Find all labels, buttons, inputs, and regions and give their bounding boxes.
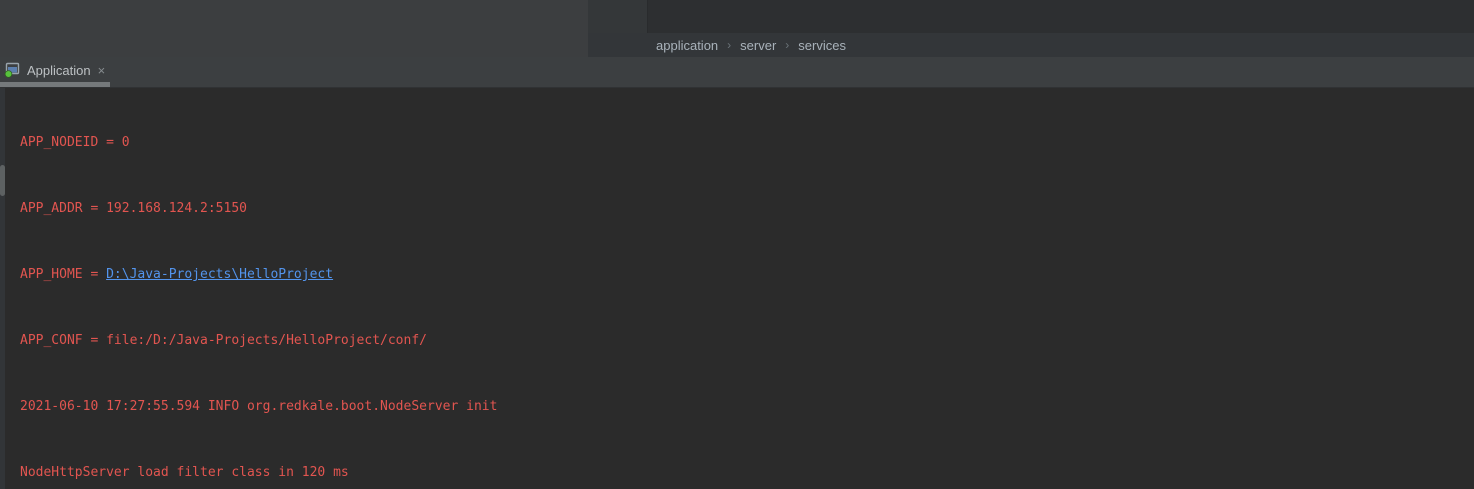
log-text: APP_HOME = (20, 267, 106, 282)
editor-gutter (588, 0, 648, 33)
editor-pane-left (0, 0, 588, 57)
log-lines: APP_NODEID = 0 APP_ADDR = 192.168.124.2:… (20, 88, 1474, 489)
scrollbar-track[interactable] (0, 88, 5, 489)
editor-area: application › server › services (0, 0, 1474, 57)
chevron-right-icon: › (785, 38, 789, 52)
log-line: APP_ADDR = 192.168.124.2:5150 (20, 198, 1474, 220)
log-line: APP_HOME = D:\Java-Projects\HelloProject (20, 264, 1474, 286)
breadcrumb-item-services[interactable]: services (798, 38, 846, 53)
log-line: 2021-06-10 17:27:55.594 INFO org.redkale… (20, 396, 1474, 418)
editor-pane-right-top (588, 0, 1474, 33)
tab-label: Application (27, 63, 91, 78)
breadcrumb: application › server › services (588, 33, 1474, 57)
active-tab-indicator (0, 82, 110, 87)
breadcrumb-item-server[interactable]: server (740, 38, 776, 53)
ide-window: application › server › services Applicat… (0, 0, 1474, 489)
console-tab-bar: Application × (0, 57, 1474, 88)
log-line: APP_NODEID = 0 (20, 132, 1474, 154)
chevron-right-icon: › (727, 38, 731, 52)
log-line: APP_CONF = file:/D:/Java-Projects/HelloP… (20, 330, 1474, 352)
scrollbar-thumb[interactable] (0, 165, 5, 196)
run-console-icon (4, 62, 22, 78)
editor-pane-right: application › server › services (588, 0, 1474, 57)
log-line: NodeHttpServer load filter class in 120 … (20, 462, 1474, 484)
file-path-link[interactable]: D:\Java-Projects\HelloProject (106, 267, 333, 282)
close-icon[interactable]: × (98, 63, 106, 78)
breadcrumb-item-application[interactable]: application (656, 38, 718, 53)
tab-application[interactable]: Application × (0, 58, 111, 82)
console-output: APP_NODEID = 0 APP_ADDR = 192.168.124.2:… (0, 88, 1474, 489)
